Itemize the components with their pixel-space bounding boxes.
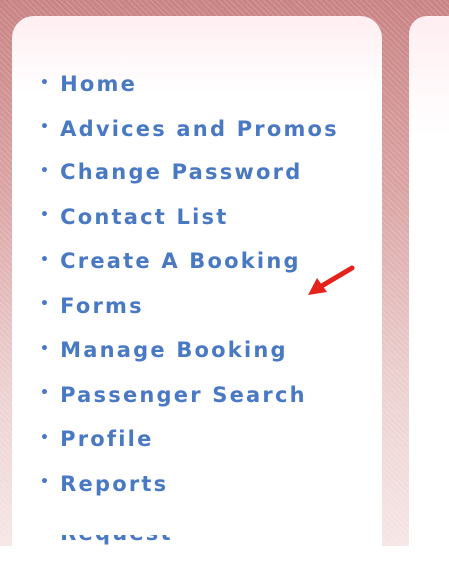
- bullet-icon: •: [40, 162, 52, 179]
- menu-item-forms[interactable]: • Forms: [40, 292, 340, 322]
- menu-item-reports[interactable]: • Reports: [40, 470, 340, 500]
- menu-item-change-password[interactable]: • Change Password: [40, 158, 340, 188]
- bullet-icon: •: [40, 74, 52, 91]
- sidebar-menu: • Home • Advices and Promos • Change Passwo…: [40, 70, 340, 514]
- menu-item-label[interactable]: Request: [60, 535, 173, 545]
- menu-item-label[interactable]: Forms: [60, 294, 144, 318]
- bullet-icon: •: [40, 385, 52, 401]
- menu-item-home[interactable]: • Home: [40, 70, 340, 100]
- menu-item-profile[interactable]: • Profile: [40, 425, 340, 455]
- bullet-icon: •: [40, 296, 52, 312]
- bullet-icon: •: [40, 340, 52, 357]
- bullet-icon: •: [40, 119, 52, 135]
- menu-item-label[interactable]: Contact List: [60, 205, 228, 229]
- menu-item-passenger-search[interactable]: • Passenger Search: [40, 381, 340, 411]
- bullet-icon: •: [40, 251, 52, 268]
- bullet-icon: •: [40, 474, 52, 490]
- menu-item-label[interactable]: Change Password: [60, 160, 302, 184]
- bullet-icon: •: [40, 207, 52, 223]
- menu-item-label[interactable]: Manage Booking: [60, 338, 288, 362]
- menu-item-create-a-booking[interactable]: • Create A Booking: [40, 247, 340, 277]
- red-arrow-icon: [308, 265, 355, 295]
- menu-item-manage-booking[interactable]: • Manage Booking: [40, 336, 340, 366]
- content-panel-edge: [409, 16, 449, 561]
- menu-item-advices-and-promos[interactable]: • Advices and Promos: [40, 115, 340, 145]
- menu-item-label[interactable]: Advices and Promos: [60, 117, 339, 141]
- bullet-icon: •: [40, 535, 51, 547]
- menu-item-label[interactable]: Create A Booking: [60, 249, 301, 273]
- menu-item-label[interactable]: Profile: [60, 427, 153, 451]
- bullet-icon: •: [40, 429, 52, 446]
- menu-item-label[interactable]: Reports: [60, 472, 168, 496]
- menu-item-contact-list[interactable]: • Contact List: [40, 203, 340, 233]
- menu-item-label[interactable]: Passenger Search: [60, 383, 307, 407]
- menu-item-partial[interactable]: • Request: [40, 535, 200, 549]
- menu-item-label[interactable]: Home: [60, 72, 137, 96]
